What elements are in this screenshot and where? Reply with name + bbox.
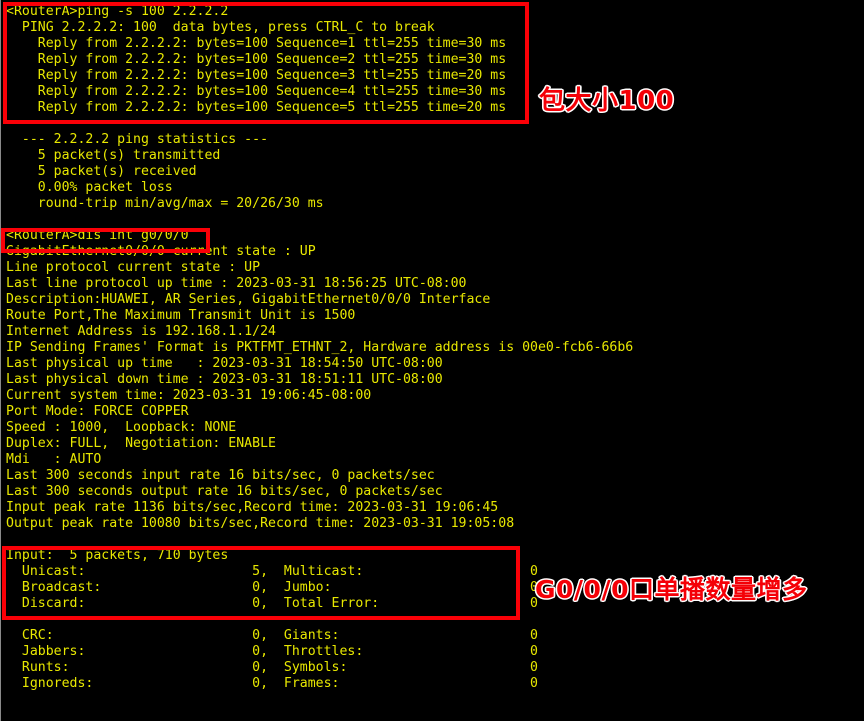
terminal-window[interactable]: <RouterA>ping -s 100 2.2.2.2 PING 2.2.2.… [0,0,864,721]
annotation-packet-size: 包大小100 [538,85,675,116]
annotation-unicast-increase: G0/0/0口单播数量增多 [534,574,808,604]
